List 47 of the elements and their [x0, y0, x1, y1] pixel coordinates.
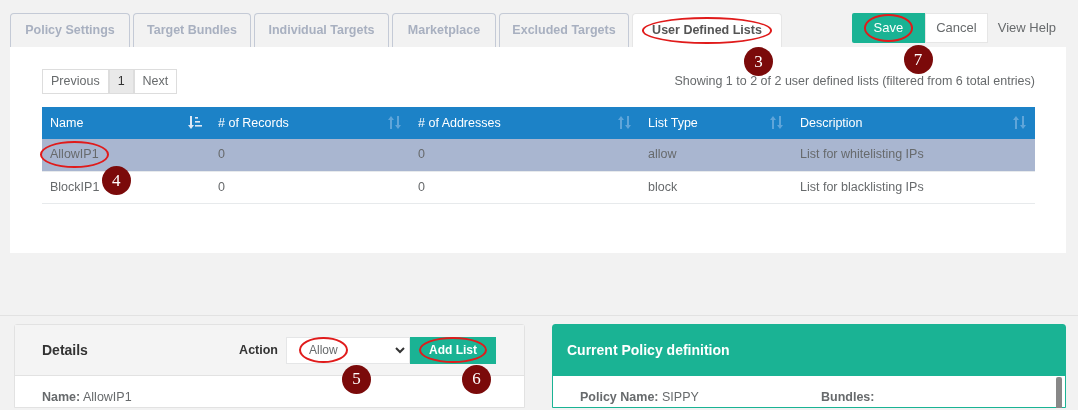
help-link[interactable]: View Help: [987, 13, 1066, 43]
chevron-down-icon: [395, 346, 405, 354]
step-number: 5: [342, 364, 371, 394]
add-list-button[interactable]: Add List: [410, 336, 496, 364]
sort-icon[interactable]: [618, 116, 632, 129]
table-cell-text: BlockIP1: [50, 178, 100, 196]
table-cell-text: 0: [418, 178, 425, 196]
save-button[interactable]: Save: [851, 13, 926, 43]
table-cell-text: 0: [218, 146, 225, 164]
table-cell-text: List for blacklisting IPs: [800, 178, 924, 196]
table-row[interactable]: AllowIP1 0 0 allow List for whitelisting IPs: [42, 139, 1035, 171]
action-select[interactable]: Allow: [286, 336, 410, 364]
next-button[interactable]: Next: [133, 69, 178, 94]
detail-name: Name: AllowIP1: [42, 389, 133, 406]
sort-icon[interactable]: [188, 116, 202, 129]
action-label: Action: [239, 341, 278, 359]
card-title: Current Policy definition: [567, 341, 730, 360]
column-label: Name: [50, 115, 84, 130]
scrollbar-thumb[interactable]: [1056, 377, 1062, 408]
column-header[interactable]: # of Addresses: [410, 107, 640, 139]
column-label: Description: [800, 115, 863, 130]
sort-icon[interactable]: [388, 116, 402, 129]
table-cell-text: allow: [648, 146, 677, 164]
step-number: 4: [101, 166, 131, 196]
column-label: List Type: [648, 115, 698, 130]
previous-button[interactable]: Previous: [42, 69, 109, 94]
column-header[interactable]: List Type: [640, 107, 792, 139]
cancel-button[interactable]: Cancel: [925, 13, 988, 43]
table-cell-text: block: [648, 178, 678, 196]
step-number: 6: [462, 364, 491, 394]
column-header[interactable]: Name: [42, 107, 210, 139]
tab[interactable]: User Defined Lists: [632, 13, 782, 47]
page-button[interactable]: 1: [108, 69, 134, 94]
sort-icon[interactable]: [770, 116, 784, 129]
card-title: Details: [42, 340, 88, 360]
column-label: # of Records: [218, 115, 289, 130]
policy-name: Policy Name: SIPPY: [580, 389, 700, 406]
entries-info: Showing 1 to 2 of 2 user defined lists (filtered from 6 total entries): [674, 73, 1035, 91]
table-cell-text: 0: [218, 178, 225, 196]
column-header[interactable]: # of Records: [210, 107, 410, 139]
table-cell-text: List for whitelisting IPs: [800, 146, 924, 164]
column-header[interactable]: Description: [792, 107, 1035, 139]
table-cell: AllowIP1: [40, 141, 109, 169]
sort-icon[interactable]: [1013, 116, 1027, 129]
table-cell-text: 0: [418, 146, 425, 164]
bundles-label: Bundles:: [821, 389, 875, 406]
column-label: # of Addresses: [418, 115, 501, 130]
